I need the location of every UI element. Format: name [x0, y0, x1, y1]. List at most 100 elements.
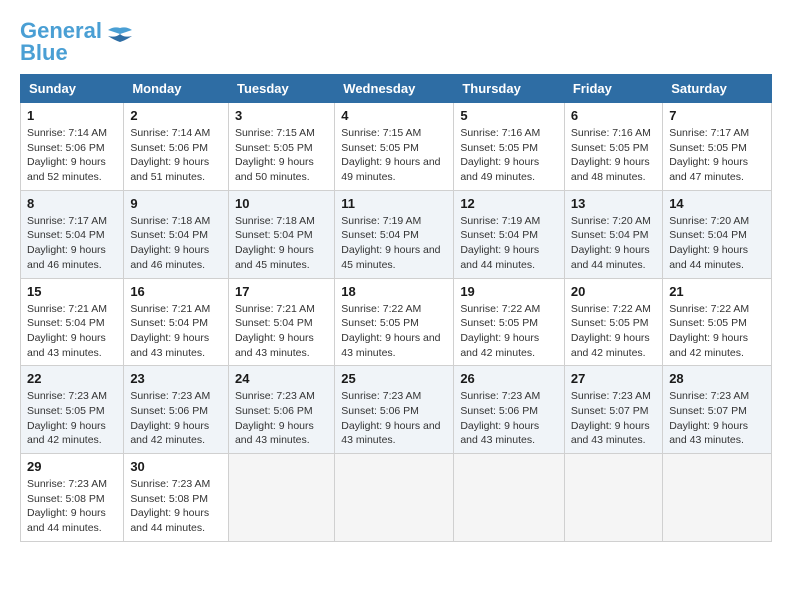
day-number: 12 [460, 196, 558, 211]
day-cell-3: 3 Sunrise: 7:15 AM Sunset: 5:05 PM Dayli… [228, 103, 334, 191]
day-cell-28: 28 Sunrise: 7:23 AM Sunset: 5:07 PM Dayl… [663, 366, 772, 454]
header-saturday: Saturday [663, 75, 772, 103]
empty-cell [663, 454, 772, 542]
day-cell-26: 26 Sunrise: 7:23 AM Sunset: 5:06 PM Dayl… [454, 366, 565, 454]
day-number: 1 [27, 108, 117, 123]
page-header: General Blue [20, 20, 772, 64]
empty-cell [454, 454, 565, 542]
day-number: 4 [341, 108, 447, 123]
day-cell-16: 16 Sunrise: 7:21 AM Sunset: 5:04 PM Dayl… [124, 278, 229, 366]
day-info: Sunrise: 7:21 AM Sunset: 5:04 PM Dayligh… [235, 302, 328, 361]
day-number: 17 [235, 284, 328, 299]
day-number: 18 [341, 284, 447, 299]
day-cell-23: 23 Sunrise: 7:23 AM Sunset: 5:06 PM Dayl… [124, 366, 229, 454]
day-cell-20: 20 Sunrise: 7:22 AM Sunset: 5:05 PM Dayl… [564, 278, 662, 366]
day-info: Sunrise: 7:22 AM Sunset: 5:05 PM Dayligh… [571, 302, 656, 361]
day-number: 11 [341, 196, 447, 211]
day-number: 8 [27, 196, 117, 211]
day-info: Sunrise: 7:23 AM Sunset: 5:07 PM Dayligh… [571, 389, 656, 448]
week-row-5: 29 Sunrise: 7:23 AM Sunset: 5:08 PM Dayl… [21, 454, 772, 542]
day-info: Sunrise: 7:22 AM Sunset: 5:05 PM Dayligh… [341, 302, 447, 361]
header-thursday: Thursday [454, 75, 565, 103]
day-number: 21 [669, 284, 765, 299]
day-cell-25: 25 Sunrise: 7:23 AM Sunset: 5:06 PM Dayl… [335, 366, 454, 454]
day-number: 5 [460, 108, 558, 123]
day-info: Sunrise: 7:22 AM Sunset: 5:05 PM Dayligh… [669, 302, 765, 361]
day-info: Sunrise: 7:15 AM Sunset: 5:05 PM Dayligh… [341, 126, 447, 185]
day-info: Sunrise: 7:18 AM Sunset: 5:04 PM Dayligh… [235, 214, 328, 273]
day-info: Sunrise: 7:23 AM Sunset: 5:08 PM Dayligh… [27, 477, 117, 536]
day-cell-10: 10 Sunrise: 7:18 AM Sunset: 5:04 PM Dayl… [228, 190, 334, 278]
logo-bird-icon [106, 26, 134, 48]
day-info: Sunrise: 7:23 AM Sunset: 5:06 PM Dayligh… [235, 389, 328, 448]
day-cell-7: 7 Sunrise: 7:17 AM Sunset: 5:05 PM Dayli… [663, 103, 772, 191]
header-sunday: Sunday [21, 75, 124, 103]
day-info: Sunrise: 7:20 AM Sunset: 5:04 PM Dayligh… [669, 214, 765, 273]
day-cell-21: 21 Sunrise: 7:22 AM Sunset: 5:05 PM Dayl… [663, 278, 772, 366]
day-number: 28 [669, 371, 765, 386]
day-cell-4: 4 Sunrise: 7:15 AM Sunset: 5:05 PM Dayli… [335, 103, 454, 191]
day-cell-6: 6 Sunrise: 7:16 AM Sunset: 5:05 PM Dayli… [564, 103, 662, 191]
day-info: Sunrise: 7:23 AM Sunset: 5:06 PM Dayligh… [460, 389, 558, 448]
header-friday: Friday [564, 75, 662, 103]
day-cell-11: 11 Sunrise: 7:19 AM Sunset: 5:04 PM Dayl… [335, 190, 454, 278]
day-number: 24 [235, 371, 328, 386]
day-info: Sunrise: 7:23 AM Sunset: 5:06 PM Dayligh… [341, 389, 447, 448]
day-cell-1: 1 Sunrise: 7:14 AM Sunset: 5:06 PM Dayli… [21, 103, 124, 191]
day-info: Sunrise: 7:17 AM Sunset: 5:05 PM Dayligh… [669, 126, 765, 185]
day-number: 20 [571, 284, 656, 299]
day-info: Sunrise: 7:23 AM Sunset: 5:06 PM Dayligh… [130, 389, 222, 448]
day-number: 16 [130, 284, 222, 299]
header-row: SundayMondayTuesdayWednesdayThursdayFrid… [21, 75, 772, 103]
day-cell-13: 13 Sunrise: 7:20 AM Sunset: 5:04 PM Dayl… [564, 190, 662, 278]
logo: General Blue [20, 20, 134, 64]
day-number: 9 [130, 196, 222, 211]
day-number: 27 [571, 371, 656, 386]
day-cell-8: 8 Sunrise: 7:17 AM Sunset: 5:04 PM Dayli… [21, 190, 124, 278]
day-cell-19: 19 Sunrise: 7:22 AM Sunset: 5:05 PM Dayl… [454, 278, 565, 366]
day-cell-24: 24 Sunrise: 7:23 AM Sunset: 5:06 PM Dayl… [228, 366, 334, 454]
header-monday: Monday [124, 75, 229, 103]
day-info: Sunrise: 7:21 AM Sunset: 5:04 PM Dayligh… [27, 302, 117, 361]
day-cell-29: 29 Sunrise: 7:23 AM Sunset: 5:08 PM Dayl… [21, 454, 124, 542]
day-number: 23 [130, 371, 222, 386]
day-number: 13 [571, 196, 656, 211]
day-info: Sunrise: 7:22 AM Sunset: 5:05 PM Dayligh… [460, 302, 558, 361]
day-info: Sunrise: 7:19 AM Sunset: 5:04 PM Dayligh… [341, 214, 447, 273]
week-row-2: 8 Sunrise: 7:17 AM Sunset: 5:04 PM Dayli… [21, 190, 772, 278]
day-info: Sunrise: 7:17 AM Sunset: 5:04 PM Dayligh… [27, 214, 117, 273]
calendar-table: SundayMondayTuesdayWednesdayThursdayFrid… [20, 74, 772, 542]
day-info: Sunrise: 7:20 AM Sunset: 5:04 PM Dayligh… [571, 214, 656, 273]
day-cell-12: 12 Sunrise: 7:19 AM Sunset: 5:04 PM Dayl… [454, 190, 565, 278]
day-info: Sunrise: 7:14 AM Sunset: 5:06 PM Dayligh… [27, 126, 117, 185]
header-wednesday: Wednesday [335, 75, 454, 103]
day-cell-15: 15 Sunrise: 7:21 AM Sunset: 5:04 PM Dayl… [21, 278, 124, 366]
logo-blue: Blue [20, 40, 68, 65]
week-row-1: 1 Sunrise: 7:14 AM Sunset: 5:06 PM Dayli… [21, 103, 772, 191]
day-info: Sunrise: 7:18 AM Sunset: 5:04 PM Dayligh… [130, 214, 222, 273]
day-number: 15 [27, 284, 117, 299]
day-number: 22 [27, 371, 117, 386]
day-cell-5: 5 Sunrise: 7:16 AM Sunset: 5:05 PM Dayli… [454, 103, 565, 191]
day-cell-18: 18 Sunrise: 7:22 AM Sunset: 5:05 PM Dayl… [335, 278, 454, 366]
day-info: Sunrise: 7:23 AM Sunset: 5:05 PM Dayligh… [27, 389, 117, 448]
day-number: 26 [460, 371, 558, 386]
day-cell-2: 2 Sunrise: 7:14 AM Sunset: 5:06 PM Dayli… [124, 103, 229, 191]
day-number: 3 [235, 108, 328, 123]
day-info: Sunrise: 7:23 AM Sunset: 5:08 PM Dayligh… [130, 477, 222, 536]
day-number: 29 [27, 459, 117, 474]
day-info: Sunrise: 7:19 AM Sunset: 5:04 PM Dayligh… [460, 214, 558, 273]
empty-cell [228, 454, 334, 542]
empty-cell [335, 454, 454, 542]
day-number: 7 [669, 108, 765, 123]
day-number: 10 [235, 196, 328, 211]
week-row-3: 15 Sunrise: 7:21 AM Sunset: 5:04 PM Dayl… [21, 278, 772, 366]
day-info: Sunrise: 7:16 AM Sunset: 5:05 PM Dayligh… [460, 126, 558, 185]
day-number: 19 [460, 284, 558, 299]
day-cell-17: 17 Sunrise: 7:21 AM Sunset: 5:04 PM Dayl… [228, 278, 334, 366]
day-info: Sunrise: 7:21 AM Sunset: 5:04 PM Dayligh… [130, 302, 222, 361]
day-cell-9: 9 Sunrise: 7:18 AM Sunset: 5:04 PM Dayli… [124, 190, 229, 278]
day-number: 6 [571, 108, 656, 123]
day-info: Sunrise: 7:16 AM Sunset: 5:05 PM Dayligh… [571, 126, 656, 185]
header-tuesday: Tuesday [228, 75, 334, 103]
